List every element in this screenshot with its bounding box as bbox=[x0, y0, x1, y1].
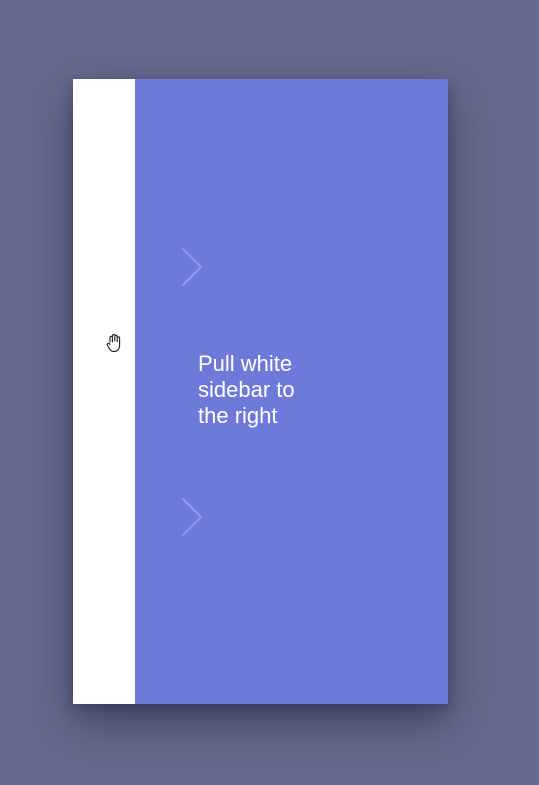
hand-grab-icon bbox=[106, 334, 121, 353]
chevron-right-icon bbox=[181, 497, 203, 537]
chevron-right-icon bbox=[181, 247, 203, 287]
draggable-sidebar[interactable] bbox=[73, 79, 135, 704]
demo-card: Pull white sidebar to the right bbox=[73, 79, 448, 704]
instruction-text: Pull white sidebar to the right bbox=[198, 351, 295, 428]
